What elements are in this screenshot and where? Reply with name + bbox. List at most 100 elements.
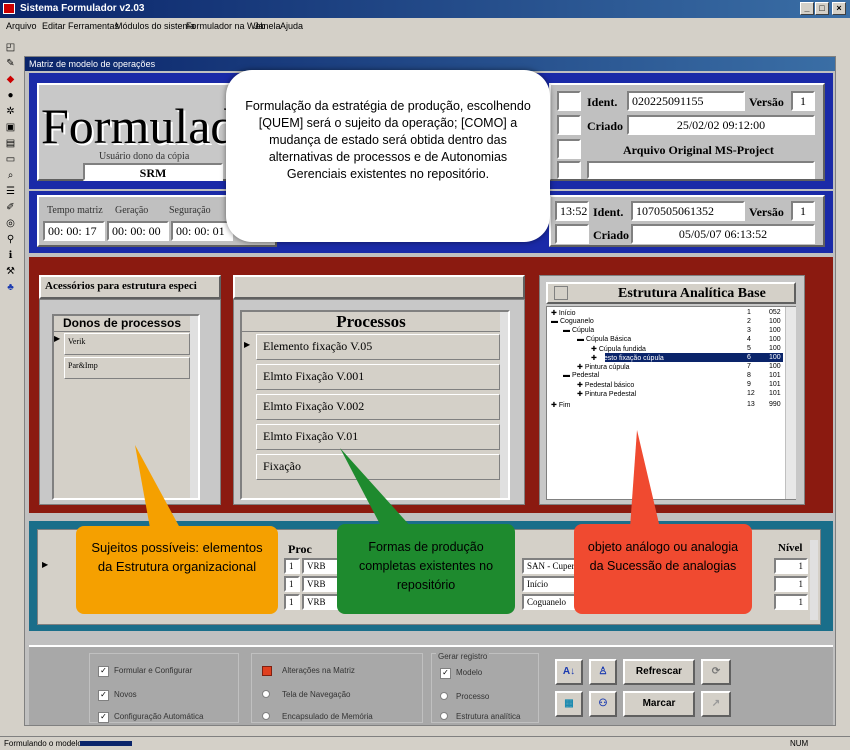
menu-editar[interactable]: Editar: [42, 21, 66, 31]
info-icon[interactable]: ℹ: [4, 250, 17, 261]
pin-icon[interactable]: ⚲: [4, 234, 17, 245]
tree-item[interactable]: ✚ Início: [551, 309, 576, 317]
table-cell[interactable]: 1: [284, 594, 300, 610]
tree-item[interactable]: ▬ Cúpula Básica: [577, 336, 631, 343]
window-icon[interactable]: ▭: [4, 154, 17, 165]
print-icon[interactable]: ▤: [4, 138, 17, 149]
ident2-field[interactable]: 1070505061352: [631, 201, 745, 221]
partial-time-field[interactable]: 13:52: [555, 201, 589, 221]
estrutura-tree[interactable]: ✚ Início 1 052 ▬ Coguanelo 2 100 ▬ Cúpul…: [546, 306, 796, 500]
grid-view-icon[interactable]: ▦: [555, 691, 583, 717]
person-icon[interactable]: ♙: [589, 659, 617, 685]
usuario-field[interactable]: SRM: [83, 163, 223, 181]
table-cell[interactable]: Coguanelo: [522, 594, 582, 610]
lower-scrollbar[interactable]: [810, 540, 818, 620]
table-cell[interactable]: 1: [774, 558, 808, 574]
versao-field[interactable]: 1: [791, 91, 815, 111]
estrutura-radio[interactable]: [440, 712, 448, 720]
club-icon[interactable]: ♣: [4, 282, 17, 293]
tree-item-v: 990: [769, 401, 781, 408]
versao2-label: Versão: [749, 205, 784, 219]
arquivo-field[interactable]: [587, 161, 815, 179]
globe-icon[interactable]: ◎: [4, 218, 17, 229]
tools-icon[interactable]: ✎: [4, 58, 17, 69]
menu-janela[interactable]: Janela: [254, 21, 281, 31]
list-item[interactable]: Verik: [64, 333, 190, 355]
donos-scrollbar[interactable]: [190, 316, 198, 498]
menu-ajuda[interactable]: Ajuda: [280, 21, 303, 31]
menu-ferramentas[interactable]: Ferramentas: [68, 21, 119, 31]
refresh-button[interactable]: Refrescar: [623, 659, 695, 685]
list-item[interactable]: Elmto Fixação V.001: [256, 364, 500, 390]
save-icon[interactable]: ▣: [4, 122, 17, 133]
novos-checkbox[interactable]: ✓: [98, 690, 109, 701]
list-item[interactable]: Fixação: [256, 454, 500, 480]
menu-modulos[interactable]: Módulos do sistema: [115, 21, 195, 31]
table-cell[interactable]: 1: [284, 576, 300, 592]
criado2-field[interactable]: 05/05/07 06:13:52: [631, 224, 815, 244]
modelo-checkbox[interactable]: ✓: [440, 668, 451, 679]
processos-grid[interactable]: Processos ▶ Elemento fixação V.05 Elmto …: [240, 310, 510, 500]
seguracao-label: Seguração: [169, 205, 211, 216]
list-item[interactable]: Par&Imp: [64, 357, 190, 379]
progress-bar: [80, 741, 132, 746]
donos-grid[interactable]: Donos de processos ▶ Verik Par&Imp: [52, 314, 200, 500]
list-item[interactable]: Elmto Fixação V.002: [256, 394, 500, 420]
encapsulado-radio[interactable]: [262, 712, 270, 720]
tree-item-selected[interactable]: ✚ Cesto fixação cúpula: [591, 354, 664, 362]
list-icon[interactable]: ☰: [4, 186, 17, 197]
estrutura-scrollbar[interactable]: [785, 307, 796, 499]
record-icon[interactable]: ●: [4, 90, 17, 101]
processo-radio[interactable]: [440, 692, 448, 700]
estrutura-container: Estrutura Analítica Base ✚ Início 1 052 …: [539, 275, 805, 505]
menu-arquivo[interactable]: Arquivo: [6, 21, 37, 31]
tree-item[interactable]: ▬ Coguanelo: [551, 318, 594, 325]
tree-item[interactable]: ✚ Pedestal básico: [577, 381, 634, 389]
gear-icon[interactable]: ✲: [4, 106, 17, 117]
people-icon[interactable]: ⚇: [589, 691, 617, 717]
table-cell[interactable]: Início: [522, 576, 582, 592]
versao2-field[interactable]: 1: [791, 201, 815, 221]
processos-scrollbar[interactable]: [500, 312, 508, 498]
tree-item-n: 3: [747, 327, 751, 334]
estrutura-label: Estrutura analítica: [456, 712, 521, 721]
tree-item[interactable]: ✚ Fim: [551, 401, 570, 409]
config-checkbox[interactable]: ✓: [98, 712, 109, 723]
accessories-header: Acessórios para estrutura especi: [39, 275, 221, 299]
tree-item[interactable]: ✚ Pintura Pedestal: [577, 390, 636, 398]
table-cell[interactable]: SAN - Cuper: [522, 558, 582, 574]
tempo-matriz-field[interactable]: 00: 00: 17: [43, 221, 105, 241]
criado-field[interactable]: 25/02/02 09:12:00: [627, 115, 815, 135]
tree-item[interactable]: ▬ Cúpula: [563, 327, 594, 334]
minimize-button[interactable]: _: [800, 2, 814, 15]
seguracao-field[interactable]: 00: 00: 01: [171, 221, 233, 241]
table-cell[interactable]: 1: [284, 558, 300, 574]
search-icon[interactable]: ⌕: [4, 170, 17, 181]
tool-icon[interactable]: ⚒: [4, 266, 17, 277]
tree-item-n: 1: [747, 309, 751, 316]
table-cell[interactable]: 1: [774, 594, 808, 610]
alteracoes-radio[interactable]: [262, 666, 272, 676]
tree-item[interactable]: ✚ Pintura cúpula: [577, 363, 630, 371]
edit-icon[interactable]: ✐: [4, 202, 17, 213]
tree-item[interactable]: ▬ Pedestal: [563, 372, 599, 379]
close-button[interactable]: ×: [832, 2, 846, 15]
maximize-button[interactable]: □: [815, 2, 829, 15]
table-cell[interactable]: 1: [774, 576, 808, 592]
window-title: Sistema Formulador v2.03: [20, 3, 145, 14]
sort-az-icon[interactable]: A↓: [555, 659, 583, 685]
mdi-title-bar: Matriz de modelo de operações: [25, 57, 835, 71]
tree-item[interactable]: ✚ Cúpula fundida: [591, 345, 646, 353]
mark-button[interactable]: Marcar: [623, 691, 695, 717]
open-icon[interactable]: ◰: [4, 42, 17, 53]
geracao-field[interactable]: 00: 00: 00: [107, 221, 169, 241]
ident-field[interactable]: 020225091155: [627, 91, 745, 111]
list-item[interactable]: Elemento fixação V.05: [256, 334, 500, 360]
arrow-icon[interactable]: ↗: [701, 691, 731, 717]
stop-icon[interactable]: ◆: [4, 74, 17, 85]
formular-checkbox[interactable]: ✓: [98, 666, 109, 677]
link-icon[interactable]: ⟳: [701, 659, 731, 685]
tela-radio[interactable]: [262, 690, 270, 698]
left-toolbar: ◰ ✎ ◆ ● ✲ ▣ ▤ ▭ ⌕ ☰ ✐ ◎ ⚲ ℹ ⚒ ♣: [2, 40, 20, 300]
list-item[interactable]: Elmto Fixação V.01: [256, 424, 500, 450]
